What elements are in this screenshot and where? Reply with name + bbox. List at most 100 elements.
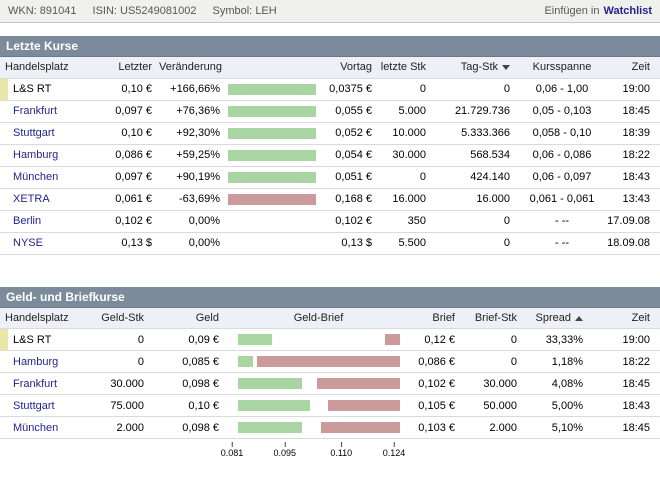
change-bar-cell xyxy=(222,122,322,144)
change-bar-cell xyxy=(222,78,322,100)
exchange-link[interactable]: Hamburg xyxy=(13,149,58,161)
time-cell: 18.09.08 xyxy=(606,232,660,254)
bid-price-cell: 0,085 € xyxy=(152,351,227,373)
change-percent-cell: +76,36% xyxy=(154,100,222,122)
time-cell: 18:22 xyxy=(606,144,660,166)
exchange-link[interactable]: München xyxy=(13,171,58,183)
wkn-label: WKN: xyxy=(8,5,37,17)
exchange-link[interactable]: Stuttgart xyxy=(13,400,55,412)
row-highlight-marker xyxy=(0,417,8,439)
ask-volume-cell: 0 xyxy=(463,351,525,373)
time-cell: 19:00 xyxy=(606,78,660,100)
last-price-cell: 0,061 € xyxy=(96,188,154,210)
axis-tick: 0.110 xyxy=(330,442,352,458)
exchange-link[interactable]: NYSE xyxy=(13,237,43,249)
col-handelsplatz[interactable]: Handelsplatz xyxy=(0,57,96,78)
quote-row: L&S RT00,09 €0,12 €033,33%19:00 xyxy=(0,329,660,351)
exchange-link[interactable]: Frankfurt xyxy=(13,105,57,117)
geld-brief-section: Geld- und Briefkurse Handelsplatz Geld-S… xyxy=(0,287,660,469)
col-veraenderung[interactable]: Veränderung xyxy=(154,57,322,78)
bid-volume-cell: 30.000 xyxy=(96,373,152,395)
last-volume-cell: 30.000 xyxy=(380,144,434,166)
exchange-cell: Frankfurt xyxy=(8,373,96,395)
prev-close-cell: 0,13 $ xyxy=(322,232,380,254)
bid-price-cell: 0,098 € xyxy=(152,373,227,395)
exchange-link[interactable]: XETRA xyxy=(13,193,50,205)
exchange-link[interactable]: Stuttgart xyxy=(13,127,55,139)
exchange-cell: Berlin xyxy=(8,210,96,232)
spread-cell: 33,33% xyxy=(525,329,591,351)
row-highlight-marker xyxy=(0,351,8,373)
axis-tick-label: 0.110 xyxy=(330,448,352,458)
prev-close-cell: 0,102 € xyxy=(322,210,380,232)
bid-volume-cell: 75.000 xyxy=(96,395,152,417)
col-zeit[interactable]: Zeit xyxy=(606,57,660,78)
exchange-cell: NYSE xyxy=(8,232,96,254)
letzte-kurse-body: L&S RT0,10 €+166,66%0,0375 €000,06 - 1,0… xyxy=(0,78,660,254)
col-spread-label: Spread xyxy=(536,312,571,324)
bid-bar xyxy=(238,422,302,433)
prev-close-cell: 0,052 € xyxy=(322,122,380,144)
bid-ask-bar-cell xyxy=(227,351,410,373)
quote-row: Hamburg00,085 €0,086 €01,18%18:22 xyxy=(0,351,660,373)
col-letzter[interactable]: Letzter xyxy=(96,57,154,78)
row-highlight-marker xyxy=(0,144,8,166)
day-volume-cell: 0 xyxy=(434,232,518,254)
watchlist-link[interactable]: Watchlist xyxy=(604,5,653,17)
col-geld-stk[interactable]: Geld-Stk xyxy=(96,308,152,329)
exchange-link[interactable]: Frankfurt xyxy=(13,378,57,390)
bid-bar xyxy=(238,378,302,389)
exchange-cell: München xyxy=(8,166,96,188)
exchange-link[interactable]: München xyxy=(13,422,58,434)
last-price-cell: 0,086 € xyxy=(96,144,154,166)
spread-cell: 5,10% xyxy=(525,417,591,439)
exchange-link[interactable]: Berlin xyxy=(13,215,41,227)
change-bar-cell xyxy=(222,166,322,188)
col-kursspanne[interactable]: Kursspanne xyxy=(518,57,606,78)
geld-brief-table: Handelsplatz Geld-Stk Geld Geld-Brief Br… xyxy=(0,308,660,440)
time-cell: 18:43 xyxy=(606,166,660,188)
prev-close-cell: 0,168 € xyxy=(322,188,380,210)
bid-ask-visualization xyxy=(238,356,400,367)
row-highlight-marker xyxy=(0,395,8,417)
spread-cell: 5,00% xyxy=(525,395,591,417)
col-brief[interactable]: Brief xyxy=(410,308,463,329)
price-range-cell: 0,061 - 0,061 xyxy=(518,188,606,210)
col-brief-stk[interactable]: Brief-Stk xyxy=(463,308,525,329)
exchange-cell: L&S RT xyxy=(8,329,96,351)
exchange-cell: Stuttgart xyxy=(8,395,96,417)
change-bar-cell xyxy=(222,188,322,210)
bid-price-cell: 0,10 € xyxy=(152,395,227,417)
axis-tick: 0.124 xyxy=(383,442,406,458)
ask-bar xyxy=(328,400,400,411)
day-volume-cell: 424.140 xyxy=(434,166,518,188)
col-geld-brief[interactable]: Geld-Brief xyxy=(227,308,410,329)
sort-asc-icon xyxy=(575,316,583,321)
exchange-cell: Hamburg xyxy=(8,351,96,373)
col-spread[interactable]: Spread xyxy=(525,308,591,329)
price-range-cell: - -- xyxy=(518,232,606,254)
change-bar-cell xyxy=(222,210,322,232)
quote-row: NYSE0,13 $0,00%0,13 $5.5000- --18.09.08 xyxy=(0,232,660,254)
wkn-field: WKN: 891041 xyxy=(8,5,77,17)
ask-price-cell: 0,105 € xyxy=(410,395,463,417)
sort-desc-icon xyxy=(502,65,510,70)
col-tag-stk[interactable]: Tag-Stk xyxy=(434,57,518,78)
axis-tick-line xyxy=(232,442,233,447)
col-geld[interactable]: Geld xyxy=(152,308,227,329)
exchange-cell: Frankfurt xyxy=(8,100,96,122)
wkn-value: 891041 xyxy=(40,5,77,17)
time-cell: 18:43 xyxy=(591,395,660,417)
day-volume-cell: 568.534 xyxy=(434,144,518,166)
quote-row: München2.0000,098 €0,103 €2.0005,10%18:4… xyxy=(0,417,660,439)
exchange-cell: München xyxy=(8,417,96,439)
last-price-cell: 0,097 € xyxy=(96,100,154,122)
col-letzte-stk[interactable]: letzte Stk xyxy=(380,57,434,78)
col-handelsplatz[interactable]: Handelsplatz xyxy=(0,308,96,329)
spread-axis: 0.0810.0950.1100.124 xyxy=(232,442,394,468)
col-zeit[interactable]: Zeit xyxy=(591,308,660,329)
exchange-link[interactable]: Hamburg xyxy=(13,356,58,368)
col-vortag[interactable]: Vortag xyxy=(322,57,380,78)
time-cell: 17.09.08 xyxy=(606,210,660,232)
change-bar-positive xyxy=(228,84,316,95)
